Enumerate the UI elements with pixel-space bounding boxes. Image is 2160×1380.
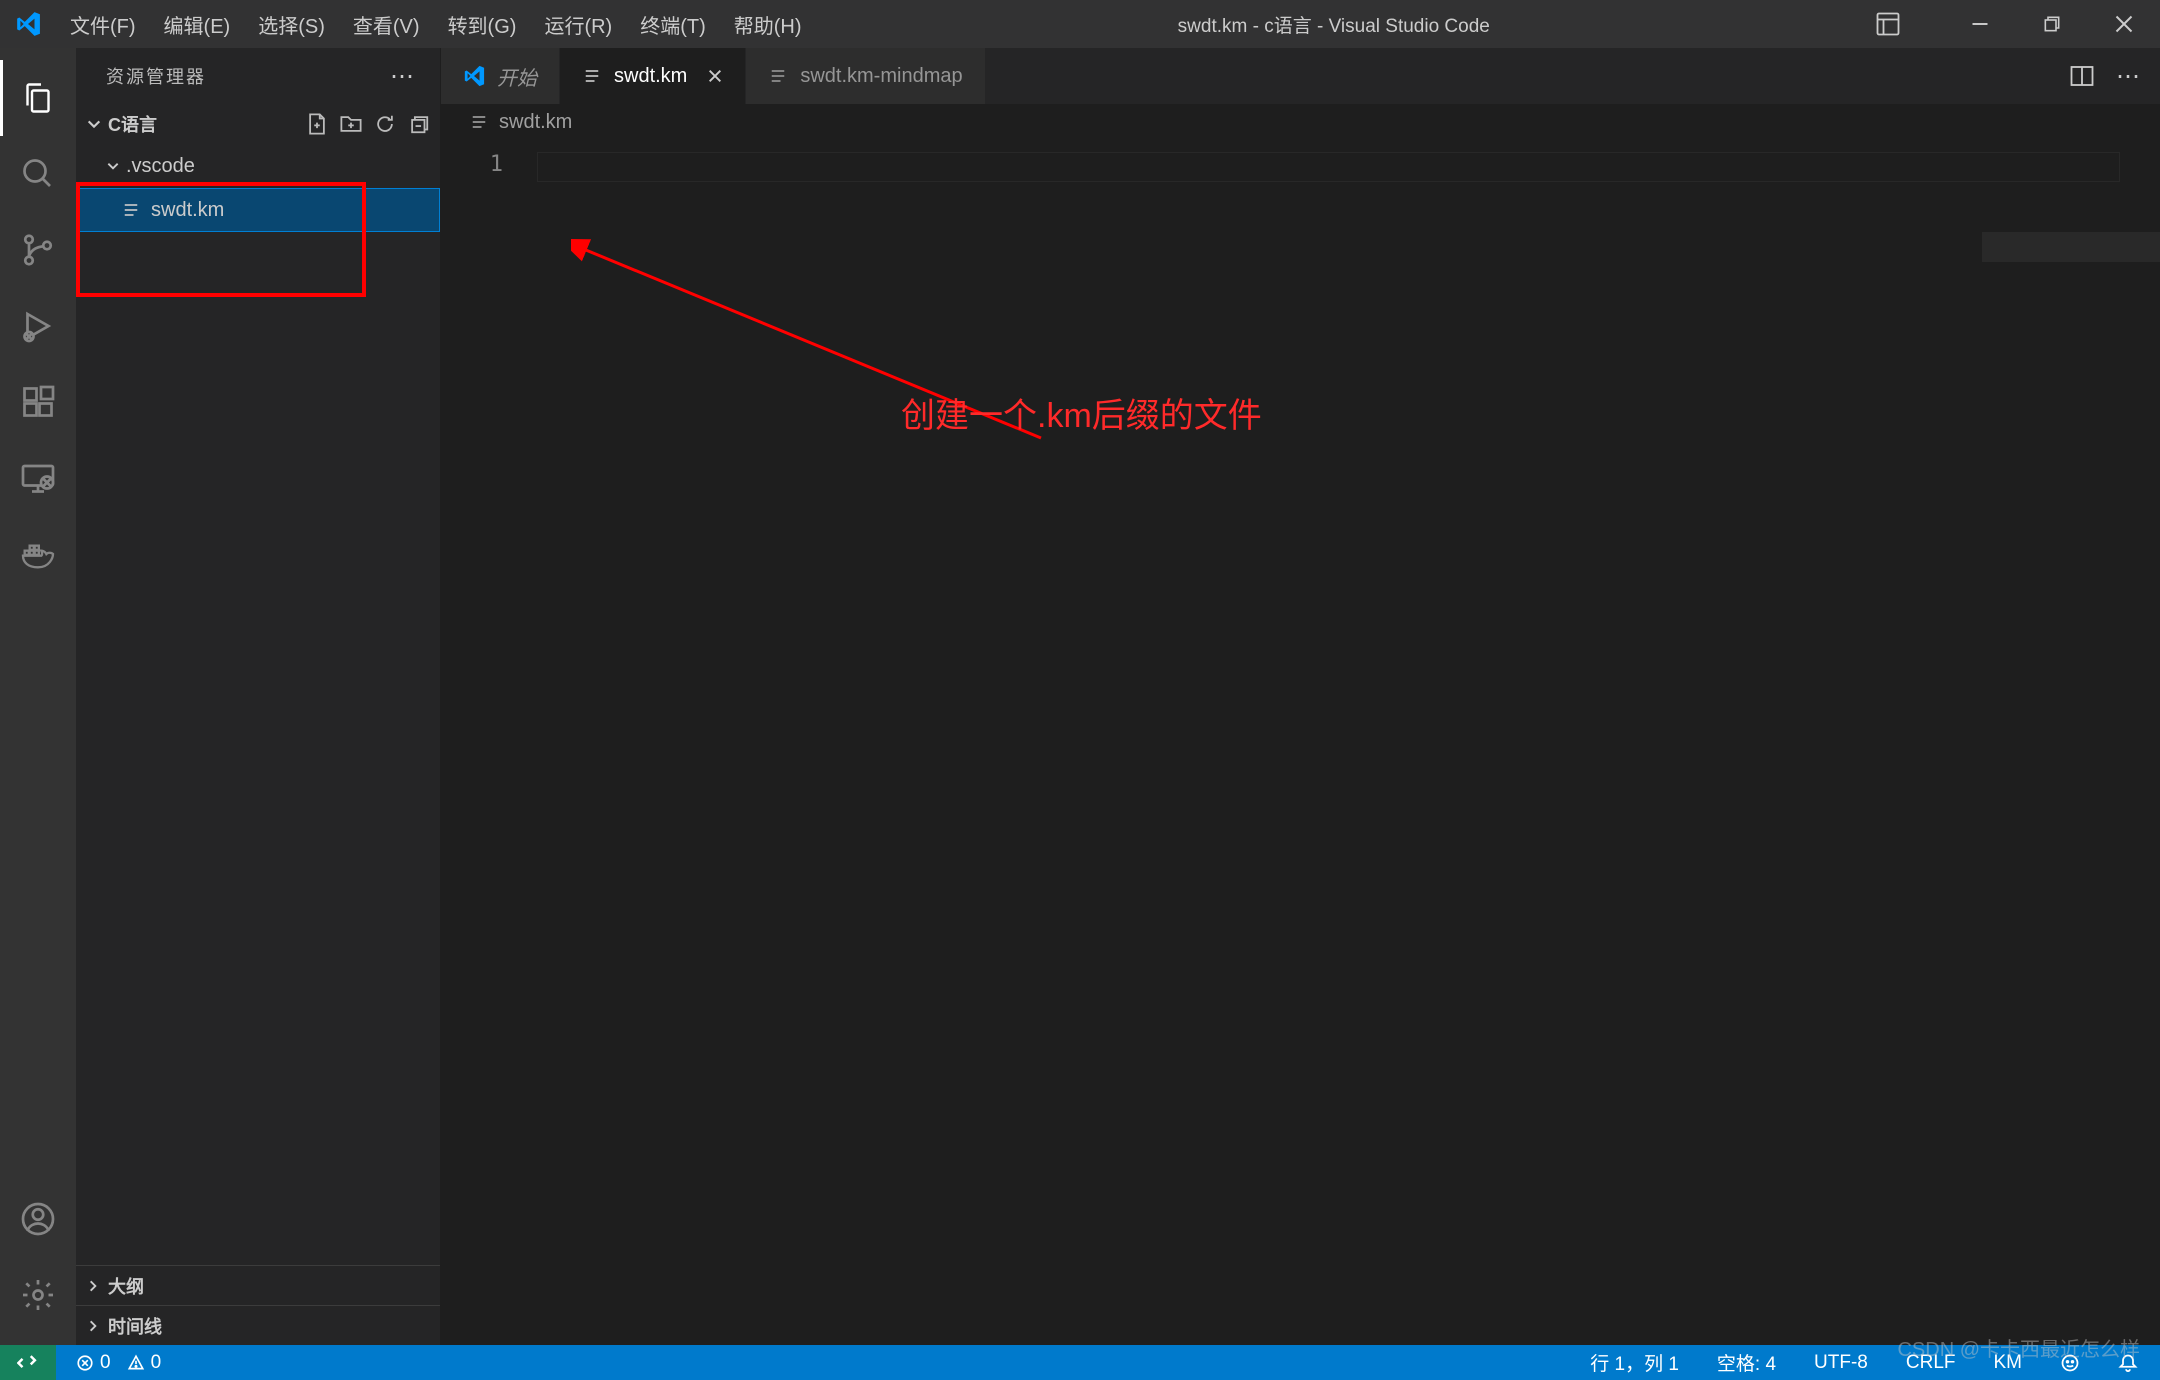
- chevron-right-icon: [86, 1319, 100, 1333]
- status-bar: 0 0 行 1，列 1 空格: 4 UTF-8 CRLF KM: [0, 1345, 2160, 1380]
- sidebar-title: 资源管理器: [106, 63, 206, 89]
- titlebar: 文件(F) 编辑(E) 选择(S) 查看(V) 转到(G) 运行(R) 终端(T…: [0, 0, 2160, 48]
- chevron-down-icon: [106, 159, 120, 173]
- window-title: swdt.km - c语言 - Visual Studio Code: [816, 11, 1852, 38]
- outline-label: 大纲: [108, 1273, 144, 1299]
- line-gutter: 1: [441, 140, 537, 1345]
- menu-go[interactable]: 转到(G): [434, 0, 531, 48]
- tab-label: swdt.km-mindmap: [800, 65, 962, 88]
- new-folder-icon[interactable]: [340, 113, 362, 135]
- tree-folder-label: .vscode: [126, 155, 195, 178]
- status-eol[interactable]: CRLF: [1900, 1352, 1962, 1374]
- file-icon: [768, 66, 788, 86]
- menu-terminal[interactable]: 终端(T): [626, 0, 720, 48]
- outline-section[interactable]: 大纲: [76, 1265, 440, 1305]
- code-area[interactable]: [537, 140, 2160, 1345]
- menu-help[interactable]: 帮助(H): [720, 0, 816, 48]
- status-encoding[interactable]: UTF-8: [1808, 1352, 1874, 1374]
- line-number: 1: [441, 152, 503, 177]
- status-errors[interactable]: 0: [70, 1352, 117, 1374]
- status-warnings[interactable]: 0: [121, 1352, 168, 1374]
- status-ln-col[interactable]: 行 1，列 1: [1584, 1349, 1685, 1376]
- refresh-icon[interactable]: [374, 113, 396, 135]
- menu-run[interactable]: 运行(R): [530, 0, 626, 48]
- activity-run-debug-icon[interactable]: [0, 288, 76, 364]
- window-controls: [1852, 0, 2160, 48]
- activity-search-icon[interactable]: [0, 136, 76, 212]
- remote-indicator-icon[interactable]: [0, 1345, 56, 1380]
- breadcrumb[interactable]: swdt.km: [441, 104, 2160, 140]
- status-spaces[interactable]: 空格: 4: [1711, 1349, 1782, 1376]
- timeline-label: 时间线: [108, 1313, 162, 1339]
- status-errors-count: 0: [100, 1352, 111, 1374]
- tab-label: 开始: [497, 62, 537, 91]
- minimap-slider[interactable]: [1982, 232, 2160, 262]
- folder-header[interactable]: C语言: [76, 104, 440, 144]
- vscode-logo-icon: [463, 65, 485, 87]
- status-language[interactable]: KM: [1988, 1352, 2029, 1374]
- menu-view[interactable]: 查看(V): [339, 0, 434, 48]
- editor-actions: ⋯: [2070, 48, 2160, 104]
- menu-bar: 文件(F) 编辑(E) 选择(S) 查看(V) 转到(G) 运行(R) 终端(T…: [56, 0, 816, 48]
- chevron-down-icon: [86, 116, 102, 132]
- menu-file[interactable]: 文件(F): [56, 0, 150, 48]
- status-notifications-icon[interactable]: [2112, 1353, 2144, 1373]
- activity-accounts-icon[interactable]: [0, 1181, 76, 1257]
- activity-extensions-icon[interactable]: [0, 364, 76, 440]
- menu-select[interactable]: 选择(S): [244, 0, 339, 48]
- current-line-highlight: [537, 152, 2120, 182]
- status-warnings-count: 0: [151, 1352, 162, 1374]
- window-close-icon[interactable]: [2088, 0, 2160, 48]
- tab-start[interactable]: 开始: [441, 48, 560, 104]
- tabs-bar: 开始 swdt.km swdt.km-mindmap: [441, 48, 2160, 104]
- tree-folder-vscode[interactable]: .vscode: [76, 144, 440, 188]
- activity-source-control-icon[interactable]: [0, 212, 76, 288]
- sidebar-header: 资源管理器 ⋯: [76, 48, 440, 104]
- layout-customize-icon[interactable]: [1852, 0, 1924, 48]
- explorer-sidebar: 资源管理器 ⋯ C语言: [76, 48, 441, 1345]
- more-actions-icon[interactable]: ⋯: [2116, 62, 2140, 91]
- tree-file-swdt[interactable]: swdt.km: [76, 188, 440, 232]
- activity-settings-icon[interactable]: [0, 1257, 76, 1333]
- activity-docker-icon[interactable]: [0, 516, 76, 592]
- activity-remote-explorer-icon[interactable]: [0, 440, 76, 516]
- file-icon: [469, 112, 489, 132]
- sidebar-more-icon[interactable]: ⋯: [390, 62, 416, 91]
- folder-name: C语言: [108, 111, 157, 137]
- tab-swdt[interactable]: swdt.km: [560, 48, 746, 104]
- tab-label: swdt.km: [614, 65, 687, 88]
- tree-file-label: swdt.km: [151, 199, 224, 222]
- chevron-right-icon: [86, 1279, 100, 1293]
- file-icon: [121, 200, 141, 220]
- file-icon: [582, 66, 602, 86]
- new-file-icon[interactable]: [306, 113, 328, 135]
- file-tree: .vscode swdt.km: [76, 144, 440, 1265]
- tab-mindmap[interactable]: swdt.km-mindmap: [746, 48, 985, 104]
- split-editor-icon[interactable]: [2070, 64, 2094, 88]
- sidebar-bottom: 大纲 时间线: [76, 1265, 440, 1345]
- activity-bar: [0, 48, 76, 1345]
- collapse-all-icon[interactable]: [408, 113, 430, 135]
- close-icon[interactable]: [707, 68, 723, 84]
- timeline-section[interactable]: 时间线: [76, 1305, 440, 1345]
- window-maximize-icon[interactable]: [2016, 0, 2088, 48]
- status-feedback-icon[interactable]: [2054, 1353, 2086, 1373]
- breadcrumb-file: swdt.km: [499, 111, 572, 134]
- editor-area: 开始 swdt.km swdt.km-mindmap: [441, 48, 2160, 1345]
- activity-explorer-icon[interactable]: [0, 60, 76, 136]
- editor-content[interactable]: 1: [441, 140, 2160, 1345]
- window-minimize-icon[interactable]: [1944, 0, 2016, 48]
- vscode-logo-icon: [0, 11, 56, 37]
- menu-edit[interactable]: 编辑(E): [150, 0, 245, 48]
